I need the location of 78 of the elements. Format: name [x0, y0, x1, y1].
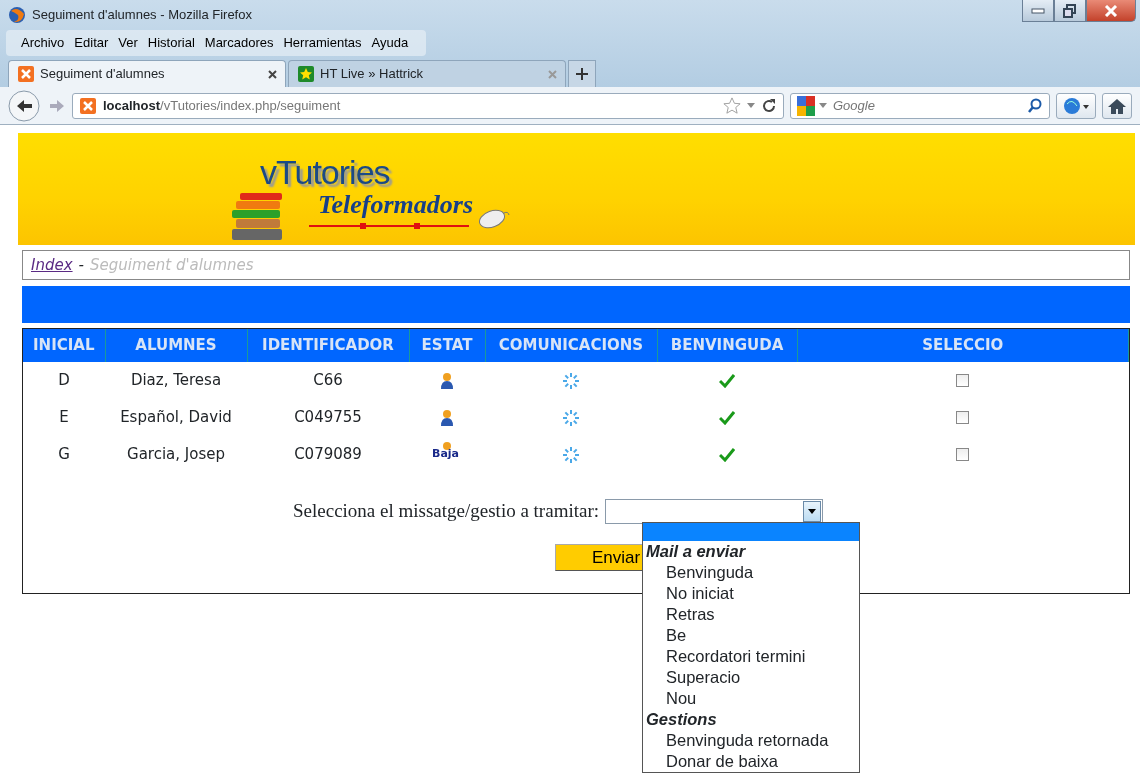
table-cell-text: Garcia, Josep — [126, 444, 226, 466]
column-header: BENVINGUDA — [657, 329, 797, 362]
menu-item[interactable]: Editar — [69, 33, 114, 53]
computer-mouse-icon — [478, 207, 510, 229]
globe-icon[interactable] — [1061, 95, 1091, 116]
back-button[interactable] — [8, 89, 42, 122]
menu-item[interactable]: Herramientas — [278, 33, 367, 53]
dropdown-option[interactable]: No iniciat — [643, 583, 859, 604]
address-bar[interactable]: localhost/vTutories/index.php/seguiment — [72, 92, 784, 119]
table-cell: C66 — [247, 362, 409, 399]
caret-icon[interactable] — [808, 508, 816, 514]
column-header: ALUMNES — [105, 329, 247, 362]
home-icon[interactable] — [1107, 96, 1127, 115]
menu-item[interactable]: Archivo — [16, 33, 70, 53]
loading-spinner-icon — [562, 445, 580, 464]
new-tab-button[interactable] — [568, 60, 596, 87]
table-cell: D — [23, 362, 105, 399]
minimize-icon[interactable] — [1031, 7, 1045, 14]
window-title: Seguiment d'alumnes - Mozilla Firefox — [32, 6, 252, 25]
menu-item[interactable]: Ver — [113, 33, 143, 53]
column-header: SELECCIO — [797, 329, 1129, 362]
column-header: INICIAL — [23, 329, 105, 362]
browser-tab[interactable]: Seguiment d'alumnes — [8, 60, 286, 87]
table-cell-text: Español, David — [119, 407, 233, 429]
option-group-label: Gestions — [645, 709, 718, 730]
browser-logo-icon — [8, 6, 26, 24]
dropdown-option[interactable]: Benvinguda retornada — [643, 730, 859, 751]
select-label: Selecciona el missatge/gestio a tramitar: — [293, 499, 599, 523]
persona-button[interactable] — [1056, 92, 1096, 119]
table-cell-text: E — [58, 407, 70, 429]
restore-button[interactable] — [1054, 0, 1086, 22]
index-link[interactable]: Index — [31, 253, 73, 277]
site-icon — [79, 96, 97, 115]
dropdown-caret-icon[interactable] — [819, 103, 827, 108]
dropdown-option[interactable]: Be — [643, 625, 859, 646]
close-button[interactable] — [1086, 0, 1136, 22]
dropdown-option[interactable]: Retras — [643, 604, 859, 625]
table-cell-text: C079089 — [293, 444, 363, 466]
search-icon[interactable] — [1027, 97, 1043, 114]
menu-item[interactable]: Historial — [142, 33, 200, 53]
row-checkbox[interactable] — [956, 374, 970, 388]
search-input[interactable]: Google — [831, 94, 1023, 117]
star-icon — [297, 65, 315, 83]
dropdown-option[interactable]: Nou — [643, 688, 859, 709]
bookmark-star-icon[interactable] — [723, 96, 741, 115]
column-header: ESTAT — [409, 329, 485, 362]
person-icon — [440, 371, 454, 390]
close-icon[interactable] — [268, 69, 277, 79]
status-label: Baja — [432, 448, 459, 461]
loading-spinner-icon — [562, 371, 580, 390]
dropdown-caret-icon[interactable] — [747, 103, 755, 108]
person-icon — [440, 408, 454, 427]
plus-icon[interactable] — [576, 68, 588, 80]
menu-item[interactable]: Marcadores — [199, 33, 279, 53]
dropdown-option[interactable]: Recordatori termini — [643, 646, 859, 667]
search-bar[interactable]: Google — [790, 92, 1050, 119]
row-checkbox[interactable] — [956, 448, 970, 462]
table-cell-text: C049755 — [293, 407, 363, 429]
browser-tab[interactable]: HT Live » Hattrick — [288, 60, 566, 87]
breadcrumb-current: Seguiment d'alumnes — [90, 254, 254, 276]
breadcrumb-separator: - — [78, 254, 84, 276]
table-cell: Diaz, Teresa — [105, 362, 247, 399]
dropdown-option[interactable]: Donar de baixa — [643, 751, 859, 772]
home-button[interactable] — [1102, 92, 1132, 119]
site-icon — [17, 65, 35, 83]
row-checkbox[interactable] — [956, 411, 970, 425]
dropdown-arrow-button[interactable] — [803, 500, 821, 522]
dropdown-option[interactable]: Superacio — [643, 667, 859, 688]
reload-icon[interactable] — [761, 97, 777, 114]
restore-icon[interactable] — [1063, 3, 1077, 18]
minimize-button[interactable] — [1022, 0, 1054, 22]
loading-spinner-icon — [562, 408, 580, 427]
column-header: IDENTIFICADOR — [247, 329, 409, 362]
google-logo-icon — [797, 95, 815, 116]
column-header: COMUNICACIONS — [485, 329, 657, 362]
message-select[interactable] — [605, 498, 823, 524]
table-cell-text: G — [57, 444, 71, 466]
menu-item[interactable]: Ayuda — [366, 33, 414, 53]
